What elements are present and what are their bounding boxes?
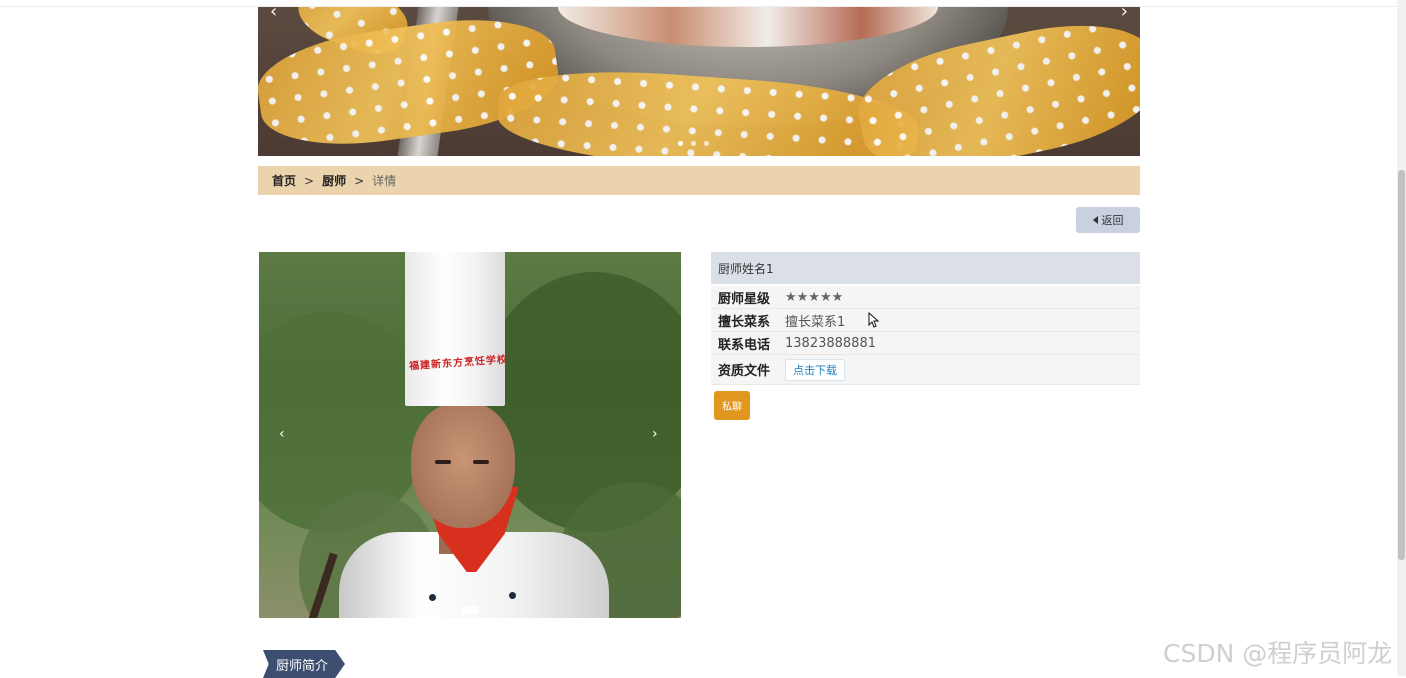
chef-info-panel: 厨师姓名1 厨师星级 ★★★★★ 擅长菜系 擅长菜系1 联系电话 1382388…	[711, 252, 1140, 385]
chef-hat-text: 福建新东方烹饪学校	[408, 354, 506, 373]
scrollbar-thumb[interactable]	[1398, 170, 1405, 560]
breadcrumb-separator: >	[354, 173, 365, 188]
detail-label: 擅长菜系	[718, 314, 771, 330]
chef-intro-section-tag: 厨师简介	[263, 650, 345, 678]
chef-detail-list: 厨师星级 ★★★★★ 擅长菜系 擅长菜系1 联系电话 13823888881 资…	[711, 286, 1140, 385]
detail-row-phone: 联系电话 13823888881	[711, 332, 1140, 355]
detail-value: 13823888881	[785, 335, 876, 351]
detail-row-star-level: 厨师星级 ★★★★★	[711, 286, 1140, 309]
banner-dot[interactable]	[691, 141, 696, 146]
chef-face	[411, 402, 515, 528]
detail-row-cuisine: 擅长菜系 擅长菜系1	[711, 309, 1140, 332]
breadcrumb-current: 详情	[372, 174, 397, 188]
banner-pagination[interactable]	[678, 141, 709, 146]
banner-next-arrow-icon[interactable]: ›	[1121, 7, 1128, 22]
chef-hat: 福建新东方烹饪学校	[405, 252, 506, 406]
chef-eye	[473, 460, 489, 464]
chef-eye	[435, 460, 451, 464]
page-scrollbar[interactable]	[1397, 0, 1406, 676]
mouse-cursor-icon	[868, 312, 880, 328]
breadcrumb-separator: >	[304, 173, 315, 188]
detail-label: 联系电话	[718, 337, 771, 353]
watermark: CSDN @程序员阿龙	[1163, 639, 1393, 668]
caret-left-icon	[1092, 216, 1098, 224]
jacket-button	[429, 594, 436, 601]
back-button[interactable]: 返回	[1076, 207, 1140, 233]
banner-dot[interactable]	[678, 141, 683, 146]
private-chat-button[interactable]: 私聊	[714, 391, 750, 420]
back-button-label: 返回	[1101, 214, 1124, 227]
breadcrumb-chef-link[interactable]: 厨师	[322, 172, 346, 189]
star-rating: ★★★★★	[785, 289, 844, 305]
chef-name: 厨师姓名1	[711, 252, 1140, 284]
photo-prev-arrow-icon[interactable]: ‹	[279, 426, 285, 442]
download-button[interactable]: 点击下载	[785, 358, 845, 381]
top-edge	[0, 0, 1406, 7]
banner-dot[interactable]	[704, 141, 709, 146]
chef-photo-carousel[interactable]: 福建新东方烹饪学校 ‹ ›	[259, 252, 681, 618]
breadcrumb: 首页 > 厨师 > 详情	[258, 166, 1140, 195]
breadcrumb-home-link[interactable]: 首页	[272, 172, 296, 189]
photo-pagination-indicator[interactable]	[462, 606, 478, 614]
banner-prev-arrow-icon[interactable]: ‹	[270, 7, 277, 22]
detail-row-certificate: 资质文件 点击下载	[711, 355, 1140, 385]
detail-label: 资质文件	[718, 364, 771, 379]
detail-label: 厨师星级	[718, 291, 771, 307]
detail-value: 擅长菜系1	[785, 314, 846, 330]
banner-carousel[interactable]: ‹ ›	[258, 7, 1140, 156]
photo-next-arrow-icon[interactable]: ›	[652, 426, 658, 442]
jacket-button	[509, 592, 516, 599]
